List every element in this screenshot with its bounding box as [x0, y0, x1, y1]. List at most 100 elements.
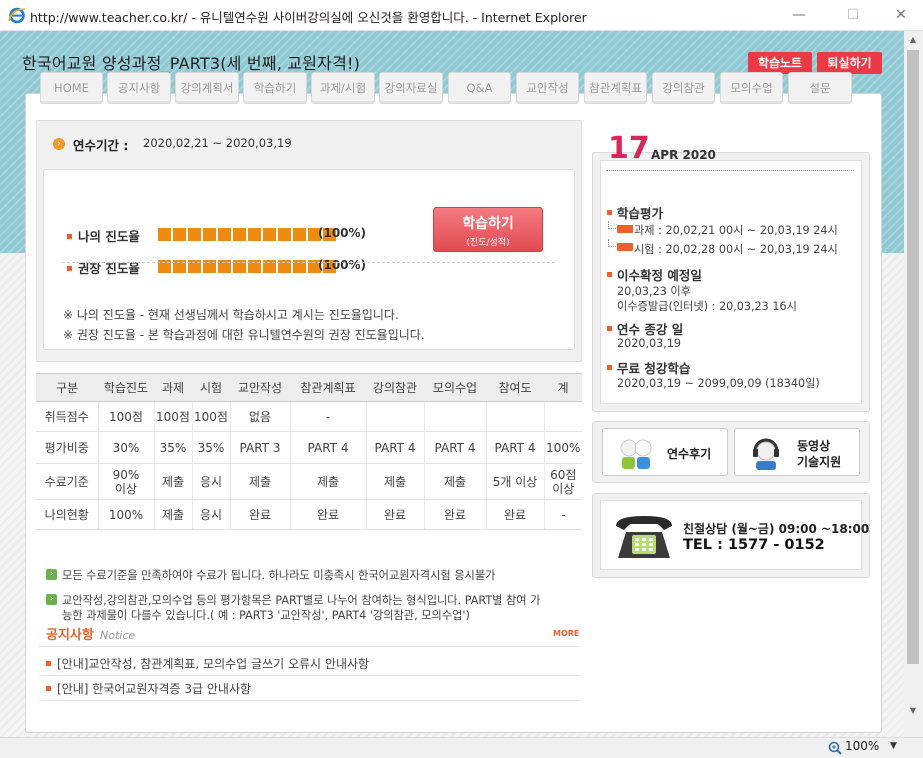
info-completion-rule: 모든 수료기준을 만족하여야 수료가 됩니다. 하나라도 미충족시 한국어교원자…	[62, 569, 496, 582]
notice-more-link[interactable]: MORE	[553, 629, 579, 638]
scroll-down-icon[interactable]: ▼	[908, 706, 918, 716]
tree-branch-icon	[608, 239, 616, 247]
zoom-dropdown-icon[interactable]: ▼	[890, 741, 897, 751]
headset-icon	[753, 438, 779, 470]
notice-item[interactable]: [안내]교안작성, 참관계획표, 모의수업 글쓰기 오류시 안내사항	[57, 655, 369, 672]
nav-observation-plan[interactable]: 참관계획표	[584, 72, 647, 104]
table-cell	[544, 401, 582, 432]
period-value: 2020,02,21 ~ 2020,03,19	[143, 136, 292, 150]
maximize-button[interactable]: ☐	[840, 4, 866, 26]
study-button-sublabel: (진도/성적)	[466, 238, 510, 248]
tree-branch-icon	[608, 221, 616, 229]
bullet-square-icon	[46, 686, 51, 691]
table-cell: 100%	[544, 431, 582, 464]
grade-table: 구분 학습진도 과제 시험 교안작성 참관계획표 강의참관 모의수업 참여도 계…	[36, 373, 582, 530]
review-button[interactable]: 연수후기	[602, 428, 728, 476]
column-header: 교안작성	[230, 373, 290, 402]
nav-home[interactable]: HOME	[40, 72, 103, 104]
study-button[interactable]: 학습하기 (진도/성적)	[433, 207, 543, 252]
grade-table-header: 구분 학습진도 과제 시험 교안작성 참관계획표 강의참관 모의수업 참여도 계	[36, 373, 582, 402]
table-cell	[486, 401, 545, 432]
nav-study[interactable]: 학습하기	[243, 72, 307, 104]
my-progress-label: 나의 진도율	[78, 229, 140, 244]
divider	[39, 675, 579, 676]
column-header: 시험	[192, 373, 230, 402]
my-progress-percent: (100%)	[318, 226, 367, 240]
notice-item[interactable]: [안내] 한국어교원자격증 3급 안내사항	[57, 680, 251, 697]
bullet-square-icon	[607, 326, 612, 331]
scroll-up-icon[interactable]: ▲	[908, 35, 918, 45]
window-title: http://www.teacher.co.kr/ - 유니텔연수원 사이버강의…	[30, 10, 587, 25]
zoom-level[interactable]: 100%	[845, 739, 879, 753]
bullet-square-icon	[46, 661, 51, 666]
row-label: 취득점수	[36, 401, 99, 432]
note-recommended-progress: ※ 권장 진도율 - 본 학습과정에 대한 유니텔연수원의 권장 진도율입니다.	[63, 328, 425, 342]
vertical-scrollbar[interactable]: ▲ ▼	[904, 31, 923, 737]
review-label: 연수후기	[667, 447, 712, 461]
table-cell: 완료	[290, 499, 367, 530]
table-cell: 100%	[98, 499, 155, 530]
table-cell	[366, 401, 425, 432]
nav-assignment-exam[interactable]: 과제/시험	[311, 72, 375, 104]
video-support-label-2: 기술지원	[797, 455, 842, 469]
scrollbar-thumb[interactable]	[907, 50, 919, 664]
table-cell: 응시	[192, 463, 231, 500]
table-cell: 100점	[154, 401, 193, 432]
exit-button[interactable]: 퇴실하기	[817, 52, 882, 74]
nav-lesson-plan[interactable]: 교안작성	[516, 72, 579, 104]
exam-period: 시험 : 20,02,28 00시 ~ 20,03,19 24시	[634, 243, 838, 256]
table-cell: 제출	[424, 463, 487, 500]
progress-segment	[263, 228, 276, 241]
minimize-button[interactable]: —	[786, 4, 812, 26]
table-cell: 완료	[486, 499, 545, 530]
note-my-progress: ※ 나의 진도율 - 현재 선생님께서 학습하시고 계시는 진도율입니다.	[63, 308, 399, 322]
bullet-square-icon	[607, 210, 612, 215]
zoom-icon[interactable]	[828, 741, 842, 755]
table-cell: 35%	[154, 431, 193, 464]
nav-lecture-observation[interactable]: 강의참관	[652, 72, 715, 104]
table-cell: 제출	[290, 463, 367, 500]
nav-qna[interactable]: Q&A	[448, 72, 511, 104]
arrow-right-icon: ›	[46, 569, 57, 580]
calendar-day: 17	[608, 131, 650, 166]
notice-title: 공지사항	[46, 628, 94, 643]
divider	[62, 262, 555, 263]
consult-hours: 친절상담 (월~금) 09:00 ~18:00	[683, 522, 870, 536]
progress-segment	[203, 228, 216, 241]
end-title: 연수 종강 일	[617, 322, 684, 337]
certificate-issue: 이수증발급(인터넷) : 20,03,23 16시	[617, 300, 797, 313]
bullet-square-icon	[607, 272, 612, 277]
my-progress-bar	[158, 228, 336, 241]
notice-subtitle: Notice	[100, 629, 136, 642]
table-cell: 30%	[98, 431, 155, 464]
on-tag-icon	[617, 225, 633, 233]
study-button-label: 학습하기	[462, 216, 514, 232]
table-cell: PART 4	[290, 431, 367, 464]
table-cell: 제출	[154, 463, 193, 500]
nav-mock-class[interactable]: 모의수업	[720, 72, 783, 104]
recommended-progress-label: 권장 진도율	[78, 261, 140, 276]
table-cell: 제출	[154, 499, 193, 530]
table-cell: 없음	[230, 401, 291, 432]
calendar-month-year: APR 2020	[651, 148, 716, 162]
column-header: 학습진도	[98, 373, 154, 402]
table-cell: PART 3	[230, 431, 291, 464]
study-note-button[interactable]: 학습노트	[748, 52, 812, 74]
table-cell: 완료	[424, 499, 487, 530]
bullet-square-icon	[67, 266, 72, 271]
nav-resources[interactable]: 강의자료실	[379, 72, 443, 104]
progress-segment	[218, 228, 231, 241]
video-support-button[interactable]: 동영상 기술지원	[734, 428, 860, 476]
nav-survey[interactable]: 설문	[788, 72, 852, 104]
column-header: 모의수업	[424, 373, 486, 402]
end-date: 2020,03,19	[617, 337, 682, 350]
close-button[interactable]: ✕	[888, 4, 914, 26]
table-cell: 100점	[98, 401, 155, 432]
telephone-icon	[616, 516, 672, 558]
table-cell: -	[544, 499, 582, 530]
nav-notice[interactable]: 공지사항	[107, 72, 171, 104]
info-part-rule-continued: 능한 과제물이 다를수 있습니다.( 예 : PART3 '교안작성', PAR…	[62, 609, 470, 622]
table-row: 평가비중 30% 35% 35% PART 3 PART 4 PART 4 PART 4 PAR…	[36, 431, 582, 464]
row-label: 평가비중	[36, 431, 99, 464]
nav-syllabus[interactable]: 강의계획서	[175, 72, 239, 104]
